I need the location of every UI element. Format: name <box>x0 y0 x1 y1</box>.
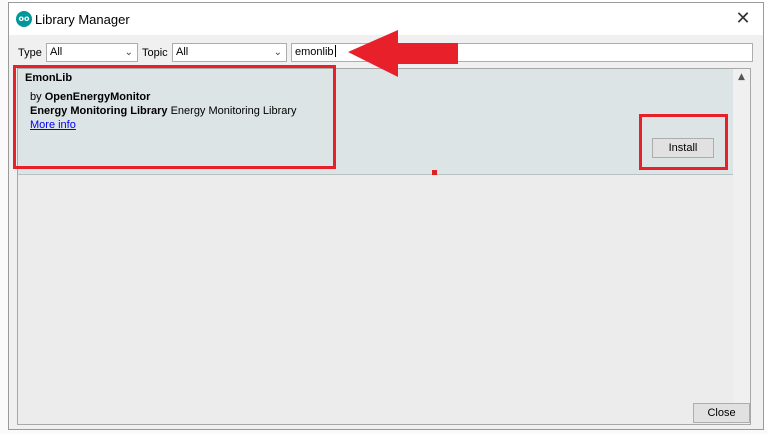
close-window-icon[interactable]: ✕ <box>733 9 753 29</box>
scroll-up-icon[interactable]: ▲ <box>733 69 750 86</box>
text-caret <box>334 45 336 57</box>
chevron-down-icon: ⌄ <box>124 47 133 58</box>
background-ide-edge <box>0 0 8 434</box>
close-button[interactable]: Close <box>693 403 750 423</box>
search-input-value: emonlib <box>295 46 334 58</box>
topic-filter-value: All <box>176 46 189 58</box>
library-info-highlight <box>13 65 336 169</box>
type-filter-value: All <box>50 46 63 58</box>
vertical-scrollbar[interactable]: ▲ ▼ <box>733 69 750 424</box>
red-arrow-annotation <box>348 30 458 77</box>
type-filter-select[interactable]: All ⌄ <box>46 43 138 62</box>
type-filter-label: Type <box>18 47 42 59</box>
install-button-highlight <box>639 114 728 170</box>
chevron-down-icon: ⌄ <box>273 47 282 58</box>
resize-marker <box>432 170 437 175</box>
arduino-app-icon: oo <box>16 11 32 27</box>
window-title: Library Manager <box>35 12 130 27</box>
topic-filter-select[interactable]: All ⌄ <box>172 43 287 62</box>
topic-filter-label: Topic <box>142 47 168 59</box>
